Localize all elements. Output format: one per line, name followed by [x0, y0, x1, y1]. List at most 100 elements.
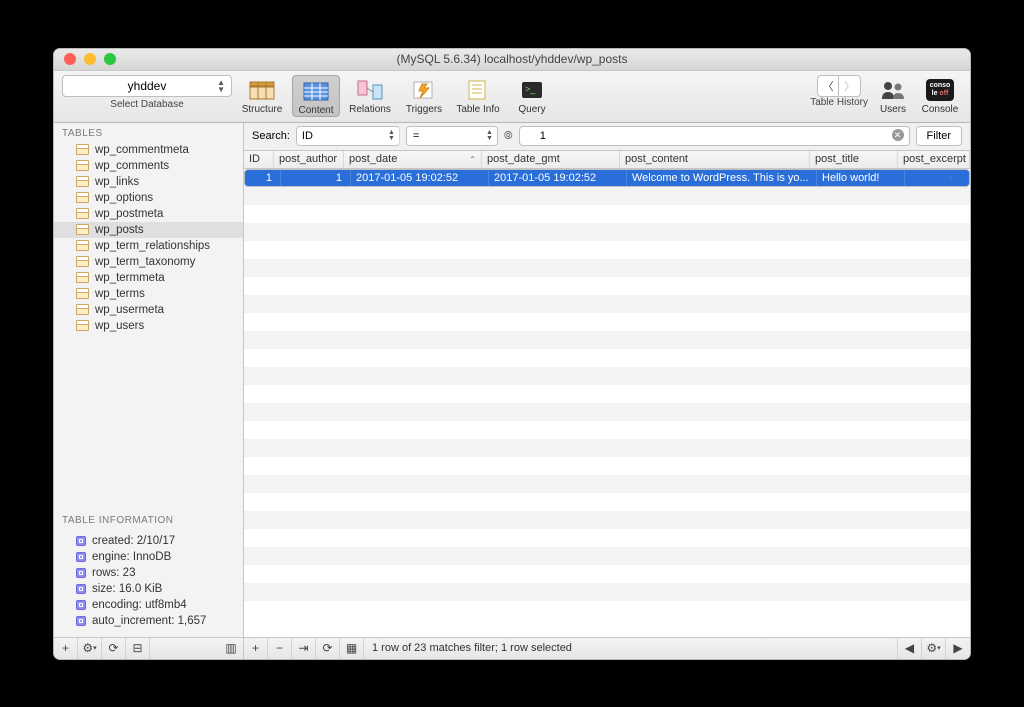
table-item[interactable]: wp_users: [54, 318, 243, 334]
search-input[interactable]: [519, 126, 910, 146]
refresh-content-button[interactable]: ⟳: [316, 638, 340, 659]
relations-icon: [356, 77, 384, 103]
pagination-icon[interactable]: ▦: [340, 638, 364, 659]
table-icon: [76, 144, 89, 155]
table-gear-button[interactable]: ⚙▾: [78, 638, 102, 659]
triggers-icon: [410, 77, 438, 103]
history-forward[interactable]: 〉: [839, 75, 861, 97]
database-select-label: Select Database: [110, 99, 183, 110]
table-name: wp_users: [95, 320, 144, 332]
col-date[interactable]: post_date⌃: [344, 151, 482, 168]
empty-row: [244, 439, 970, 457]
content-gear-button[interactable]: ⚙▾: [922, 638, 946, 659]
database-select[interactable]: yhddev ▲▼: [62, 75, 232, 97]
table-info-list: created: 2/10/17engine: InnoDBrows: 23si…: [54, 529, 243, 637]
tableinfo-icon: [464, 77, 492, 103]
table-name: wp_commentmeta: [95, 144, 189, 156]
search-operator-select[interactable]: =▲▼: [406, 126, 498, 146]
table-item[interactable]: wp_termmeta: [54, 270, 243, 286]
history-back[interactable]: 〈: [817, 75, 839, 97]
empty-row: [244, 349, 970, 367]
content-icon: [302, 78, 330, 104]
content-button[interactable]: Content: [292, 75, 340, 117]
col-gmt[interactable]: post_date_gmt: [482, 151, 620, 168]
filter-button[interactable]: Filter: [916, 126, 962, 146]
table-item[interactable]: wp_postmeta: [54, 206, 243, 222]
add-table-button[interactable]: +: [54, 638, 78, 659]
col-content[interactable]: post_content: [620, 151, 810, 168]
table-item[interactable]: wp_terms: [54, 286, 243, 302]
refresh-tables-button[interactable]: ⟳: [102, 638, 126, 659]
empty-row: [244, 205, 970, 223]
table-name: wp_comments: [95, 160, 169, 172]
prev-page-button[interactable]: ◀: [898, 638, 922, 659]
empty-row: [244, 241, 970, 259]
collapse-button[interactable]: ⊟: [126, 638, 150, 659]
table-item[interactable]: wp_usermeta: [54, 302, 243, 318]
table-icon: [76, 192, 89, 203]
titlebar: (MySQL 5.6.34) localhost/yhddev/wp_posts: [54, 49, 970, 71]
table-item[interactable]: wp_term_taxonomy: [54, 254, 243, 270]
search-column-select[interactable]: ID▲▼: [296, 126, 400, 146]
table-item[interactable]: wp_term_relationships: [54, 238, 243, 254]
table-icon: [76, 224, 89, 235]
duplicate-row-button[interactable]: ⇥: [292, 638, 316, 659]
table-icon: [76, 256, 89, 267]
empty-row: [244, 493, 970, 511]
col-excerpt[interactable]: post_excerpt: [898, 151, 970, 168]
col-id[interactable]: ID: [244, 151, 274, 168]
console-icon: console off: [926, 77, 954, 103]
empty-row: [244, 421, 970, 439]
table-icon: [76, 304, 89, 315]
bottom-bar: + ⚙▾ ⟳ ⊟ ▥ + − ⇥ ⟳ ▦ 1 row of 23 matches…: [54, 637, 970, 659]
sidebar-toggle[interactable]: ▥: [219, 638, 243, 659]
svg-text:>_: >_: [525, 84, 536, 94]
add-row-button[interactable]: +: [244, 638, 268, 659]
next-page-button[interactable]: ▶: [946, 638, 970, 659]
console-button[interactable]: console off Console: [918, 75, 962, 115]
empty-row: [244, 529, 970, 547]
empty-row: [244, 367, 970, 385]
empty-row: [244, 475, 970, 493]
tableinfo-button[interactable]: Table Info: [454, 75, 502, 115]
empty-row: [244, 277, 970, 295]
table-item[interactable]: wp_options: [54, 190, 243, 206]
table-item[interactable]: wp_posts: [54, 222, 243, 238]
table-row[interactable]: 112017-01-05 19:02:522017-01-05 19:02:52…: [244, 169, 970, 187]
empty-row: [244, 385, 970, 403]
empty-row: [244, 601, 970, 619]
table-item[interactable]: wp_commentmeta: [54, 142, 243, 158]
relations-button[interactable]: Relations: [346, 75, 394, 115]
info-row: size: 16.0 KiB: [62, 581, 235, 597]
empty-row: [244, 331, 970, 349]
remove-row-button[interactable]: −: [268, 638, 292, 659]
search-label: Search:: [252, 130, 290, 142]
empty-row: [244, 403, 970, 421]
info-row: encoding: utf8mb4: [62, 597, 235, 613]
col-author[interactable]: post_author: [274, 151, 344, 168]
table-item[interactable]: wp_links: [54, 174, 243, 190]
table-info-header: TABLE INFORMATION: [54, 510, 243, 529]
table-name: wp_terms: [95, 288, 145, 300]
table-icon: [76, 272, 89, 283]
users-button[interactable]: Users: [874, 75, 912, 115]
sidebar: TABLES wp_commentmetawp_commentswp_links…: [54, 123, 244, 637]
table-icon: [76, 160, 89, 171]
window-title: (MySQL 5.6.34) localhost/yhddev/wp_posts: [54, 52, 970, 66]
grid-body[interactable]: 112017-01-05 19:02:522017-01-05 19:02:52…: [244, 169, 970, 637]
triggers-button[interactable]: Triggers: [400, 75, 448, 115]
empty-row: [244, 457, 970, 475]
table-icon: [76, 176, 89, 187]
table-icon: [76, 240, 89, 251]
query-button[interactable]: >_ Query: [508, 75, 556, 115]
grid-header: ID post_author post_date⌃ post_date_gmt …: [244, 151, 970, 169]
table-icon: [76, 320, 89, 331]
toolbar: yhddev ▲▼ Select Database Structure Cont…: [54, 71, 970, 123]
structure-button[interactable]: Structure: [238, 75, 286, 115]
table-item[interactable]: wp_comments: [54, 158, 243, 174]
col-title[interactable]: post_title: [810, 151, 898, 168]
empty-row: [244, 511, 970, 529]
history-nav[interactable]: 〈 〉: [817, 75, 861, 97]
info-icon: [76, 536, 86, 546]
clear-icon[interactable]: ✕: [892, 129, 904, 141]
